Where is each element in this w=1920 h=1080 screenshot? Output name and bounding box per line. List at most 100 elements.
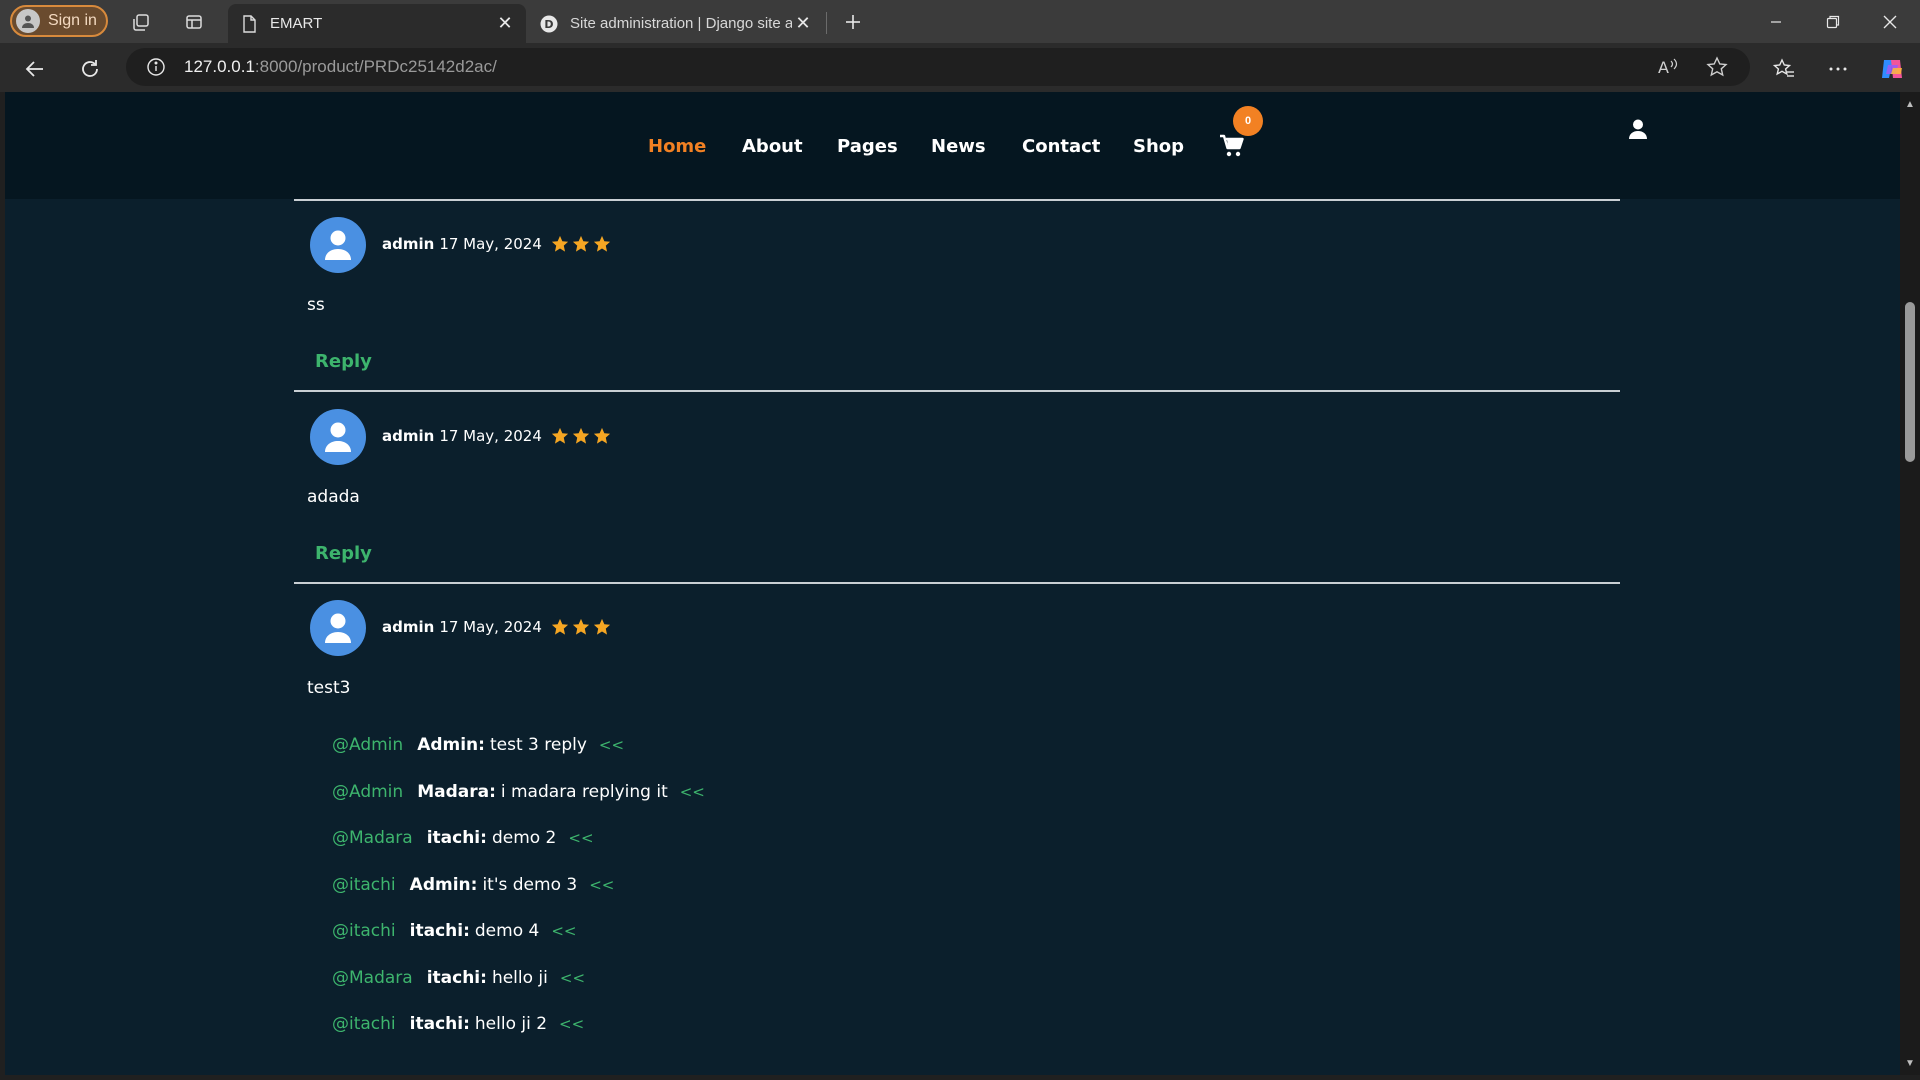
nav-contact[interactable]: Contact [1022,136,1100,157]
page-scrollbar[interactable]: ▲ ▼ [1900,92,1920,1075]
star-icon [593,618,610,635]
favorites-icon[interactable] [1768,53,1800,85]
back-icon[interactable] [18,53,50,85]
reply-author: itachi: [409,921,470,941]
reply-item: @itachi Admin: it's demo 3 << [332,875,614,895]
url-text: 127.0.0.1:8000/product/PRDc25142d2ac/ [184,57,497,77]
star-icon [572,618,589,635]
comment-text: test3 [307,678,351,698]
signin-button[interactable]: Sign in [10,5,108,37]
minimize-icon[interactable] [1748,0,1804,43]
comment-text: adada [307,487,360,507]
comment-text: ss [307,295,325,315]
scroll-down-icon[interactable]: ▼ [1904,1057,1916,1069]
reply-button[interactable]: Reply [315,351,372,372]
reply-author: itachi: [409,1014,470,1034]
reply-back-link[interactable]: << [559,1015,584,1033]
comment-author: admin [382,235,435,253]
page-viewport: Home About Pages News Contact Shop 0 adm… [5,92,1900,1075]
reply-author: Madara: [417,782,496,802]
new-tab-icon[interactable] [840,9,866,35]
browser-toolbar: 127.0.0.1:8000/product/PRDc25142d2ac/ A [0,43,1920,92]
scroll-up-icon[interactable]: ▲ [1904,98,1916,110]
reply-text: demo 4 [474,921,540,941]
address-bar[interactable]: 127.0.0.1:8000/product/PRDc25142d2ac/ A [126,48,1750,86]
reply-back-link[interactable]: << [599,736,624,754]
reply-item: @itachi itachi: demo 4 << [332,921,576,941]
close-window-icon[interactable] [1862,0,1918,43]
reply-mention[interactable]: @itachi [332,1014,396,1034]
scroll-thumb[interactable] [1905,302,1915,462]
reply-mention[interactable]: @Admin [332,782,403,802]
star-icon [551,235,568,252]
favorite-star-icon[interactable] [1706,56,1728,83]
more-options-icon[interactable] [1822,53,1854,85]
reply-back-link[interactable]: << [680,783,705,801]
star-icon [593,427,610,444]
comment-meta: admin 17 May, 2024 [382,427,611,445]
tab-django-admin[interactable]: D Site administration | Django site admi… [528,4,824,43]
read-aloud-icon[interactable]: A [1656,56,1680,83]
rating-stars [551,618,611,636]
signin-label: Sign in [48,12,97,29]
reply-text: i madara replying it [500,782,668,802]
close-tab-icon[interactable]: ✕ [792,13,814,35]
nav-pages[interactable]: Pages [837,136,898,157]
tab-actions-icon[interactable] [181,9,207,35]
tab-label: EMART [270,15,323,32]
rating-stars [551,235,611,253]
restore-icon[interactable] [1805,0,1861,43]
reply-mention[interactable]: @itachi [332,921,396,941]
nav-news[interactable]: News [931,136,986,157]
copilot-icon[interactable] [1876,53,1908,85]
star-icon [551,618,568,635]
comment-avatar [310,217,366,273]
reply-item: @Admin Madara: i madara replying it << [332,782,705,802]
comment-divider [294,390,1620,392]
reply-text: hello ji [491,968,548,988]
reply-back-link[interactable]: << [551,922,576,940]
cart-icon[interactable] [1219,134,1245,158]
comment-meta: admin 17 May, 2024 [382,618,611,636]
star-icon [572,427,589,444]
document-icon [240,14,258,33]
reply-mention[interactable]: @Admin [332,735,403,755]
reply-item: @Madara itachi: demo 2 << [332,828,594,848]
reply-back-link[interactable]: << [589,876,614,894]
reply-button[interactable]: Reply [315,543,372,564]
star-icon [572,235,589,252]
reply-text: test 3 reply [489,735,587,755]
reply-item: @Admin Admin: test 3 reply << [332,735,624,755]
tab-separator [826,12,827,34]
svg-text:A: A [1658,58,1669,77]
reply-back-link[interactable]: << [568,829,593,847]
user-account-icon[interactable] [1627,118,1649,140]
cart-count-badge: 0 [1233,106,1263,136]
nav-about[interactable]: About [742,136,803,157]
reply-item: @itachi itachi: hello ji 2 << [332,1014,584,1034]
nav-home[interactable]: Home [648,136,706,157]
star-icon [593,235,610,252]
nav-shop[interactable]: Shop [1133,136,1184,157]
comment-date: 17 May, 2024 [439,618,542,636]
reply-author: itachi: [426,828,487,848]
comment-author: admin [382,427,435,445]
reply-text: it's demo 3 [482,875,578,895]
reply-text: demo 2 [491,828,557,848]
url-path: :8000/product/PRDc25142d2ac/ [254,57,497,76]
reply-mention[interactable]: @Madara [332,968,413,988]
svg-text:D: D [544,18,553,31]
reply-mention[interactable]: @itachi [332,875,396,895]
star-icon [551,427,568,444]
refresh-icon[interactable] [74,53,106,85]
comment-date: 17 May, 2024 [439,235,542,253]
tab-emart[interactable]: EMART ✕ [228,4,526,43]
collections-icon[interactable] [128,9,154,35]
close-tab-icon[interactable]: ✕ [494,13,516,35]
comment-date: 17 May, 2024 [439,427,542,445]
reply-back-link[interactable]: << [560,969,585,987]
rating-stars [551,427,611,445]
site-info-icon[interactable] [144,55,168,79]
reply-mention[interactable]: @Madara [332,828,413,848]
comment-divider [294,199,1620,201]
